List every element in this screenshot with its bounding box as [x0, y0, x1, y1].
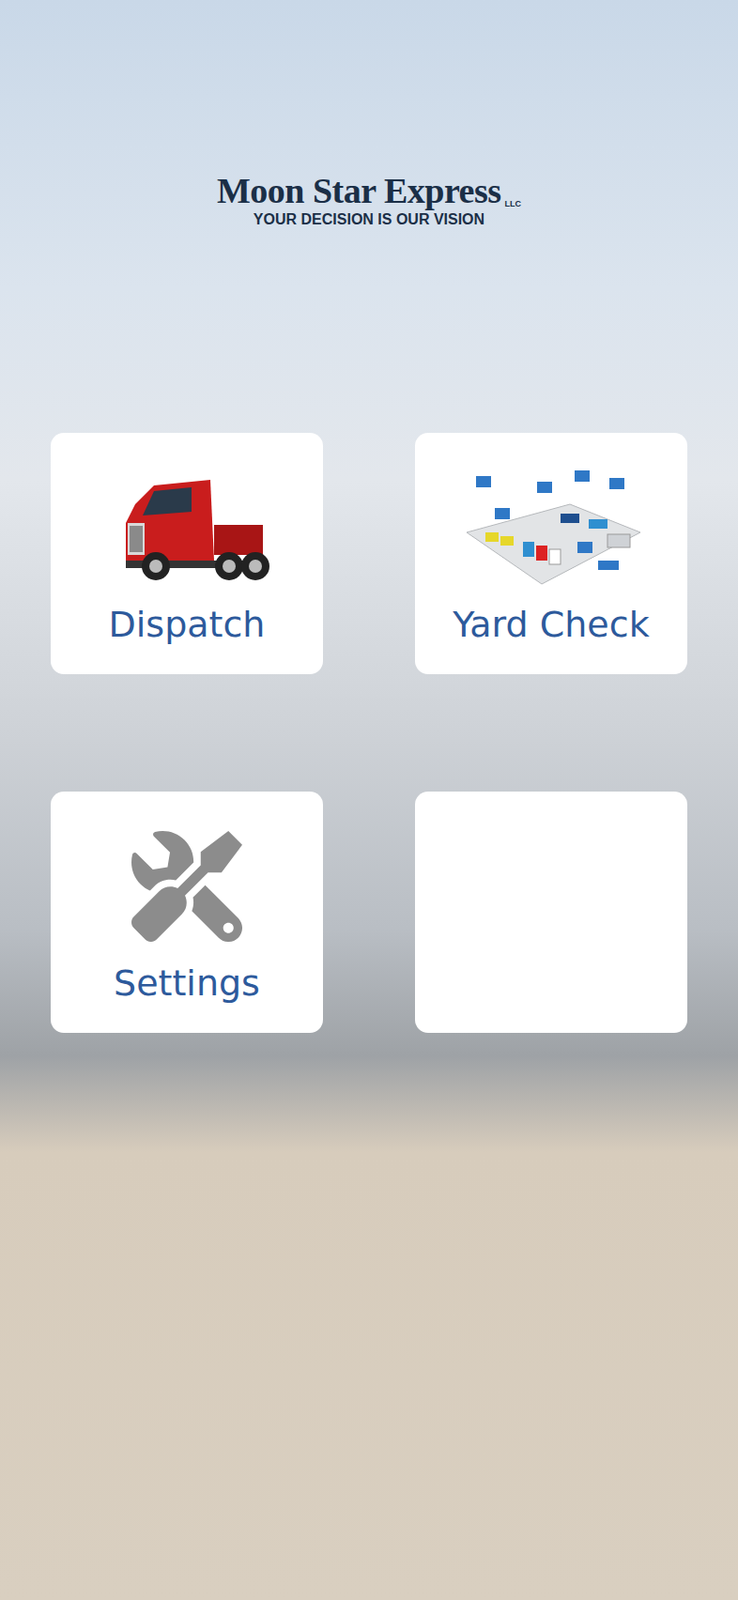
- tools-icon: [131, 830, 243, 942]
- truck-icon: [97, 466, 277, 589]
- menu-tile[interactable]: Settings: [50, 791, 323, 1033]
- tile-label: Yard Check: [452, 603, 649, 647]
- logo-name: Moon Star Express: [216, 172, 502, 211]
- company-logo: Moon Star ExpressLLC YOUR DECISION IS OUR…: [216, 172, 522, 229]
- menu-tile[interactable]: [415, 791, 688, 1033]
- logo-suffix: LLC: [505, 199, 523, 211]
- menu-tile[interactable]: Yard Check: [415, 432, 688, 675]
- logo-tagline: YOUR DECISION IS OUR VISION: [253, 210, 485, 229]
- home-screen: Moon Star ExpressLLC YOUR DECISION IS OUR…: [0, 0, 738, 1600]
- tile-label: Dispatch: [108, 603, 266, 647]
- yard-icon: [457, 466, 646, 589]
- menu-grid: Dispatch Yard Check Settings: [50, 432, 688, 1033]
- tile-label: Settings: [113, 962, 261, 1006]
- menu-tile[interactable]: Dispatch: [50, 432, 323, 675]
